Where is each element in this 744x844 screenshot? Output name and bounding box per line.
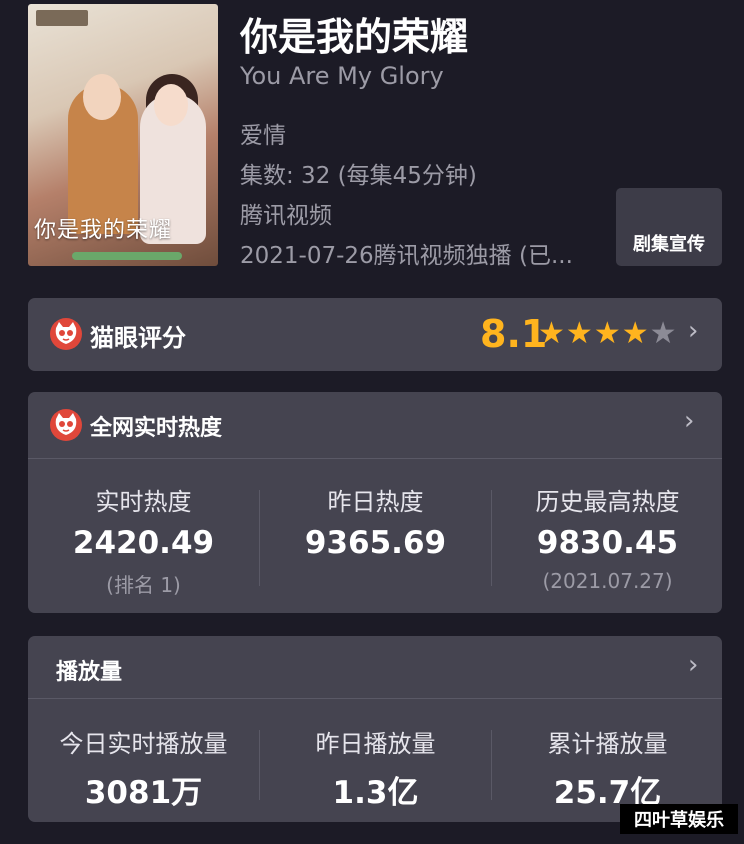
chevron-right-icon[interactable]: › [684,406,694,436]
heat-title: 全网实时热度 [90,416,223,441]
stat-value: 1.3亿 [332,775,419,811]
star-icon: ★ [565,316,593,351]
stat-value: 9365.69 [304,525,447,561]
stat-label: 历史最高热度 [535,488,680,516]
heat-divider [28,458,722,459]
show-title: 你是我的荣耀 [240,15,469,59]
rating-stars: ★ ★ ★ ★ ★ [538,317,677,351]
chevron-right-icon[interactable]: › [688,650,698,680]
poster-figure-male-head [83,74,121,120]
show-platform: 腾讯视频 [240,203,332,229]
plays-stat-total: 累计播放量 25.7亿 [492,724,723,812]
show-episodes: 集数: 32 (每集45分钟) [240,163,477,189]
rating-label: 猫眼评分 [90,324,186,352]
stat-label: 今日实时播放量 [59,730,228,758]
maoyan-cat-icon [50,409,82,441]
poster-figure-female-head [154,84,188,126]
watermark: 四叶草娱乐 [620,804,738,834]
plays-stat-today: 今日实时播放量 3081万 [28,724,259,812]
show-genre: 爱情 [240,123,286,149]
poster-title: 你是我的荣耀 [34,218,173,243]
show-release[interactable]: 2021-07-26腾讯视频独播 (已... [240,236,573,270]
stat-sub: (2021.07.27) [542,569,673,593]
stat-label: 累计播放量 [547,730,668,758]
heat-stat-yesterday: 昨日热度 9365.69 [260,482,491,561]
heat-stat-peak: 历史最高热度 9830.45 (2021.07.27) [492,482,723,593]
show-poster[interactable]: 你是我的荣耀 [28,4,218,266]
star-icon: ★ [649,316,677,351]
stat-label: 昨日播放量 [315,730,436,758]
maoyan-cat-icon [50,318,82,350]
stat-value: 3081万 [84,775,203,811]
stat-sub: (排名 1) [106,573,181,597]
star-icon: ★ [621,316,649,351]
star-icon: ★ [538,316,565,351]
stat-label: 昨日热度 [327,488,424,516]
stat-label: 实时热度 [95,488,192,516]
promo-button[interactable]: 剧集宣传 [616,188,722,266]
heat-stat-realtime: 实时热度 2420.49 (排名 1) [28,482,259,598]
plays-stat-yesterday: 昨日播放量 1.3亿 [260,724,491,812]
plays-title: 播放量 [56,660,123,685]
tencent-video-logo [36,10,88,26]
play-count-card: 播放量 › 今日实时播放量 3081万 昨日播放量 1.3亿 累计播放量 25.… [28,636,722,822]
poster-platform-logos [72,252,182,260]
stat-value: 2420.49 [72,525,215,561]
maoyan-rating-card[interactable]: 猫眼评分 8.1 ★ ★ ★ ★ ★ › [28,298,722,371]
stat-value: 9830.45 [536,525,679,561]
plays-divider [28,698,722,699]
show-english-title: You Are My Glory [240,62,444,90]
star-icon: ★ [593,316,621,351]
chevron-right-icon[interactable]: › [688,316,698,346]
realtime-heat-card: 全网实时热度 › 实时热度 2420.49 (排名 1) 昨日热度 9365.6… [28,392,722,613]
